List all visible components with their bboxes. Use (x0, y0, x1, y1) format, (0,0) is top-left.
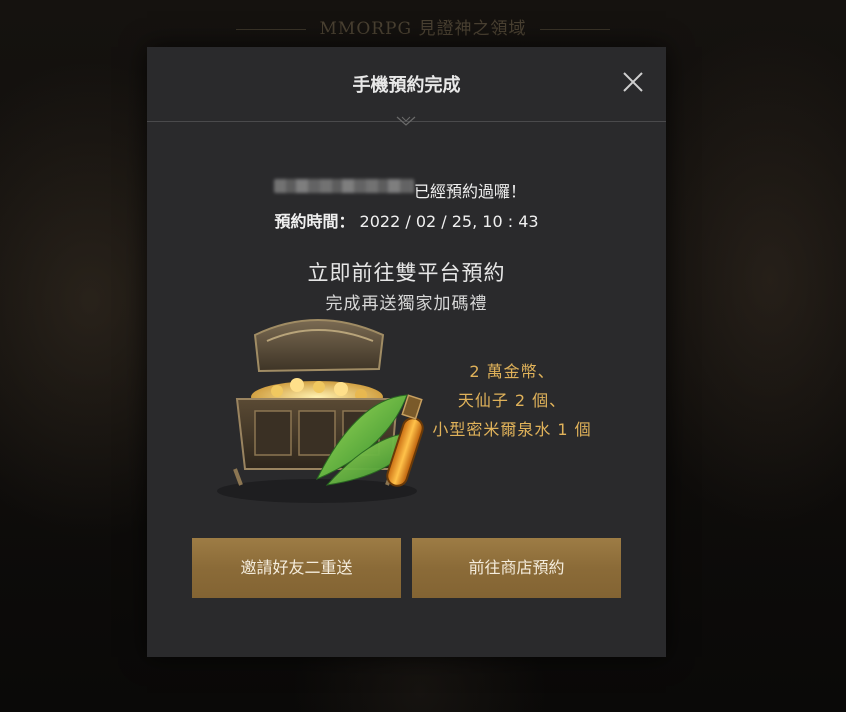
blurred-phone-number (274, 179, 414, 193)
title-line-left (235, 29, 306, 30)
reward-item: 小型密米爾泉水 1 個 (432, 420, 592, 439)
invite-friends-button[interactable]: 邀請好友二重送 (192, 538, 401, 598)
modal-title: 手機預約完成 (352, 75, 461, 96)
close-button[interactable] (618, 67, 648, 97)
background-title-text: MMORPG 見證神之領域 (319, 19, 527, 39)
reward-item: 天仙子 2 個、 (457, 391, 567, 410)
promo-headline: 立即前往雙平台預約 (307, 261, 506, 285)
reward-list: 2 萬金幣、 天仙子 2 個、 小型密米爾泉水 1 個 (417, 357, 607, 444)
reservation-time-label: 預約時間： (274, 212, 355, 231)
reservation-time: 預約時間： 2022 / 02 / 25, 10 : 43 (147, 208, 666, 232)
reserved-message: 已經預約過囉！ (414, 182, 527, 201)
reservation-time-value: 2022 / 02 / 25, 10 : 43 (359, 212, 539, 231)
store-reservation-button[interactable]: 前往商店預約 (412, 538, 621, 598)
reward-item: 2 萬金幣、 (469, 362, 555, 381)
modal-header: 手機預約完成 (147, 47, 666, 122)
header-divider-ornament (396, 116, 416, 126)
close-icon (623, 72, 643, 92)
title-line-right (540, 29, 611, 30)
treasure-chest-illustration (217, 319, 424, 503)
reservation-complete-modal: 手機預約完成 已經預約過囉！ 預約時間： 2022 / 02 / 25, 10 … (147, 47, 666, 657)
background-site-title: MMORPG 見證神之領域 (0, 14, 846, 39)
